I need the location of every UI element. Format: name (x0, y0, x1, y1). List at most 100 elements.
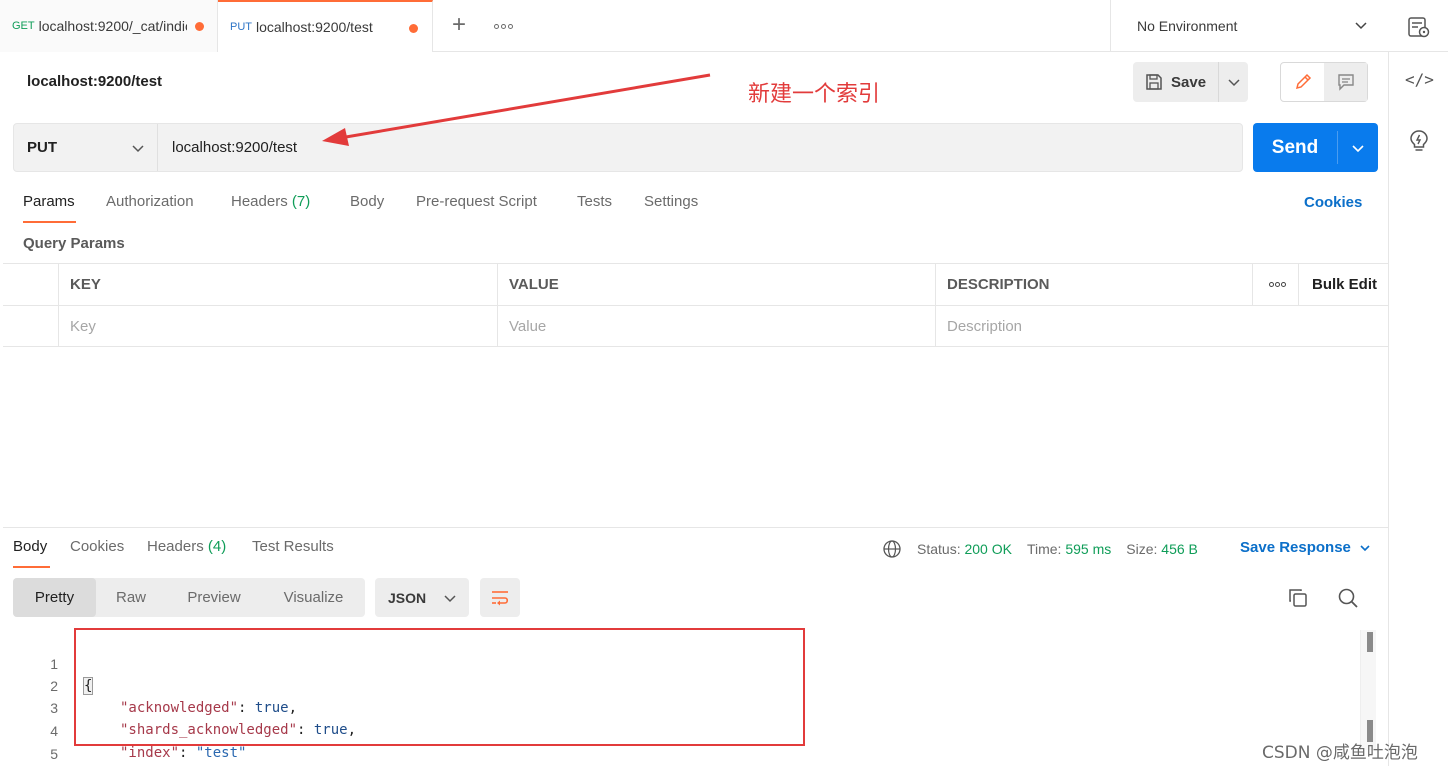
checkbox-column-header (3, 264, 59, 305)
save-disk-icon (1146, 74, 1162, 90)
request-tab-put-test[interactable]: PUT localhost:9200/test (218, 0, 433, 52)
code-line: 1 { (0, 631, 94, 695)
param-value-input[interactable]: Value (497, 306, 936, 347)
editor-scrollbar[interactable] (1360, 630, 1376, 750)
param-key-input[interactable]: Key (58, 306, 498, 347)
tab-method-label: GET (12, 20, 35, 32)
column-header-description: DESCRIPTION (935, 264, 1253, 305)
chevron-down-icon (1360, 544, 1370, 551)
tab-params[interactable]: Params (23, 193, 75, 210)
response-view-toggle: Pretty Raw Preview Visualize (13, 578, 365, 617)
active-tab-indicator (23, 221, 76, 223)
request-tab-get-cat-indices[interactable]: GET localhost:9200/_cat/indices (0, 0, 218, 52)
tab-tests[interactable]: Tests (577, 193, 612, 210)
send-options-dropdown[interactable] (1338, 123, 1378, 172)
cookies-link[interactable]: Cookies (1304, 194, 1362, 211)
column-options-button[interactable] (1252, 264, 1298, 305)
response-divider[interactable] (3, 527, 1388, 528)
response-tab-headers-count: (4) (207, 538, 227, 555)
json-colon: : (179, 745, 196, 761)
view-mode-toggle (1280, 62, 1368, 102)
response-tab-body[interactable]: Body (13, 538, 47, 555)
json-key: "index" (120, 745, 180, 761)
response-tab-test-results[interactable]: Test Results (252, 538, 334, 555)
response-tab-headers-label: Headers (147, 538, 204, 555)
tab-pre-request-script[interactable]: Pre-request Script (416, 193, 537, 210)
table-row: Key Value Description (3, 306, 1388, 348)
code-snippet-icon[interactable]: </> (1405, 70, 1434, 89)
save-response-label: Save Response (1240, 539, 1351, 556)
code-line: 3 "shards_acknowledged": true, (0, 675, 356, 738)
save-button[interactable]: Save (1133, 62, 1219, 102)
comment-icon (1337, 74, 1354, 91)
tab-headers[interactable]: Headers (7) (231, 193, 310, 210)
code-line: 2 "acknowledged": true, (0, 653, 297, 716)
globe-icon[interactable] (882, 539, 902, 559)
http-method-value: PUT (27, 139, 57, 156)
edit-mode-button[interactable] (1281, 63, 1324, 101)
scrollbar-thumb[interactable] (1367, 632, 1373, 652)
json-value: "test" (195, 745, 247, 761)
save-button-group: Save (1133, 62, 1248, 102)
unsaved-dot-icon (409, 24, 418, 33)
save-label: Save (1171, 73, 1207, 91)
wrap-lines-icon (492, 590, 509, 605)
param-description-input[interactable]: Description (935, 306, 1388, 347)
save-response-button[interactable]: Save Response (1240, 539, 1371, 556)
request-url-input[interactable]: localhost:9200/test (172, 124, 297, 171)
environment-label: No Environment (1137, 18, 1238, 34)
more-tabs-icon[interactable] (492, 16, 514, 36)
save-options-dropdown[interactable] (1219, 62, 1248, 102)
tab-url-label: localhost:9200/test (256, 19, 373, 35)
column-header-key: KEY (58, 264, 498, 305)
tab-headers-count: (7) (291, 193, 311, 210)
chevron-down-icon (1355, 22, 1367, 30)
chevron-down-icon (444, 595, 456, 603)
view-preview-button[interactable]: Preview (166, 578, 262, 617)
size-label: Size: (1126, 541, 1158, 557)
status-label: Status: (917, 541, 961, 557)
comments-mode-button[interactable] (1324, 63, 1367, 101)
search-icon[interactable] (1336, 586, 1360, 610)
status-value[interactable]: 200 OK (964, 541, 1011, 557)
tab-method-label: PUT (230, 21, 252, 33)
wrap-lines-button[interactable] (480, 578, 520, 617)
environment-quick-look-icon[interactable] (1404, 14, 1432, 40)
tab-authorization[interactable]: Authorization (106, 193, 194, 210)
chevron-down-icon (1227, 79, 1240, 87)
send-button[interactable]: Send (1253, 123, 1337, 172)
tab-settings[interactable]: Settings (644, 193, 698, 210)
new-tab-plus-icon[interactable]: + (448, 12, 470, 38)
annotation-highlight-box (74, 628, 805, 746)
time-label: Time: (1026, 541, 1062, 557)
active-tab-indicator (13, 566, 50, 568)
pencil-icon (1295, 73, 1311, 90)
url-bar: PUT localhost:9200/test (13, 123, 1243, 172)
column-header-value: VALUE (497, 264, 936, 305)
request-title[interactable]: localhost:9200/test (27, 73, 162, 90)
tab-body[interactable]: Body (350, 193, 384, 210)
lightbulb-icon[interactable] (1407, 128, 1431, 154)
view-pretty-button[interactable]: Pretty (13, 578, 96, 617)
code-line: 4 "index": "test" (0, 698, 246, 761)
view-raw-button[interactable]: Raw (96, 578, 166, 617)
size-value[interactable]: 456 B (1161, 541, 1198, 557)
response-meta: Status: 200 OK Time: 595 ms Size: 456 B (882, 539, 1198, 559)
response-tab-headers[interactable]: Headers (4) (147, 538, 226, 555)
bulk-edit-button[interactable]: Bulk Edit (1298, 264, 1388, 305)
environment-selector[interactable]: No Environment (1110, 0, 1388, 52)
response-tab-cookies[interactable]: Cookies (70, 538, 124, 555)
tab-url-label: localhost:9200/_cat/indices (38, 18, 187, 34)
response-format-value: JSON (388, 589, 427, 606)
query-params-table: KEY VALUE DESCRIPTION Bulk Edit Key Valu… (3, 263, 1388, 347)
annotation-caption: 新建一个索引 (748, 82, 881, 107)
view-visualize-button[interactable]: Visualize (262, 578, 365, 617)
chevron-down-icon (132, 145, 144, 153)
tab-headers-label: Headers (231, 193, 288, 210)
tab-bar: GET localhost:9200/_cat/indices PUT loca… (0, 0, 1448, 52)
http-method-select[interactable]: PUT (14, 124, 158, 171)
time-value[interactable]: 595 ms (1065, 541, 1111, 557)
response-format-select[interactable]: JSON (375, 578, 469, 617)
code-line: 5 } (0, 721, 58, 762)
copy-icon[interactable] (1286, 586, 1310, 610)
